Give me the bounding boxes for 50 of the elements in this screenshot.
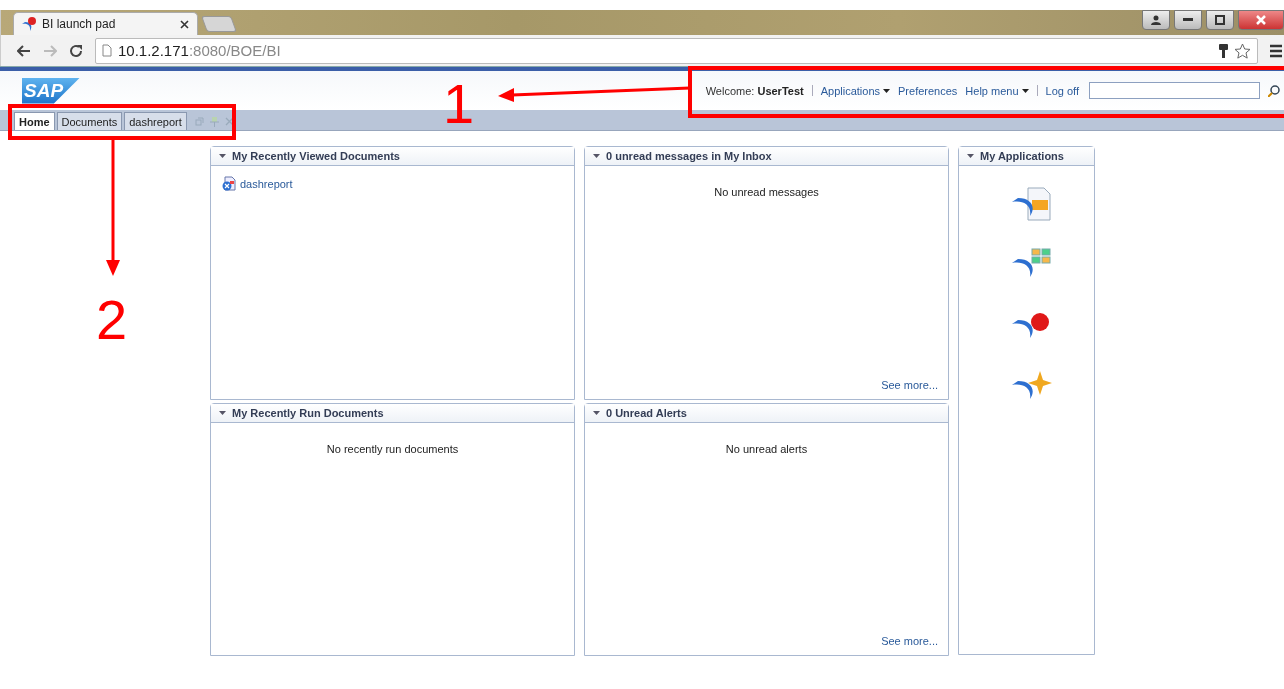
collapse-icon[interactable] — [219, 411, 226, 415]
profile-button[interactable] — [1142, 10, 1170, 30]
log-off-link[interactable]: Log off — [1045, 84, 1079, 97]
empty-message: No unread messages — [713, 186, 820, 198]
document-icon — [221, 176, 236, 191]
close-icon[interactable] — [180, 19, 189, 29]
collapse-icon[interactable] — [967, 154, 974, 158]
address-bar[interactable]: 10.1.2.171:8080/BOE/BI — [95, 37, 1258, 64]
header-menu-link[interactable]: Help menu — [965, 84, 1029, 97]
maximize-button[interactable] — [1206, 10, 1234, 30]
key-icon[interactable] — [1219, 43, 1228, 58]
panel-title: My Recently Run Documents — [232, 407, 384, 419]
collapse-icon[interactable] — [219, 154, 226, 158]
page-tab[interactable]: Home — [14, 112, 55, 130]
document-link[interactable]: dashreport — [221, 176, 564, 191]
search-field[interactable] — [1089, 82, 1260, 99]
maximize-icon — [1215, 15, 1225, 25]
tab-title: BI launch pad — [42, 17, 117, 31]
annotation-number: 2 — [96, 292, 128, 348]
collapse-icon[interactable] — [593, 154, 600, 158]
reload-icon[interactable] — [69, 43, 83, 58]
page-icon — [102, 44, 112, 57]
header-menu-link[interactable]: Preferences — [898, 84, 958, 97]
empty-message: No recently run documents — [325, 443, 460, 455]
header-menu-link[interactable]: Applications — [820, 84, 891, 97]
panel-title: My Applications — [980, 150, 1064, 162]
back-icon[interactable] — [17, 44, 31, 57]
sap-logo: SAP — [22, 77, 80, 104]
page-tab[interactable]: Documents — [56, 112, 123, 130]
url-text: 10.1.2.171:8080/BOE/BI — [118, 42, 281, 59]
panel-title: 0 Unread Alerts — [606, 407, 687, 419]
collapse-icon[interactable] — [593, 411, 600, 415]
panel-title: My Recently Viewed Documents — [232, 150, 400, 162]
minimize-icon — [1183, 18, 1193, 22]
empty-message: No unread alerts — [724, 443, 809, 455]
person-icon — [1151, 15, 1161, 25]
minimize-button[interactable] — [1174, 10, 1202, 30]
panel-title: 0 unread messages in My Inbox — [606, 150, 772, 162]
close-icon — [1256, 15, 1266, 25]
search-icon[interactable] — [1268, 84, 1280, 97]
menu-icon[interactable] — [1270, 43, 1282, 58]
star-icon[interactable] — [1234, 42, 1251, 59]
page-tab[interactable]: dashreport — [124, 112, 187, 130]
see-more-link[interactable]: See more... — [881, 635, 938, 647]
app-logo-icon — [22, 17, 36, 31]
welcome-text: Welcome: UserTest — [705, 84, 804, 97]
browser-tab[interactable]: BI launch pad — [13, 12, 198, 35]
see-more-link[interactable]: See more... — [881, 379, 938, 391]
annotation-number: 1 — [443, 76, 475, 132]
close-button[interactable] — [1238, 10, 1284, 30]
